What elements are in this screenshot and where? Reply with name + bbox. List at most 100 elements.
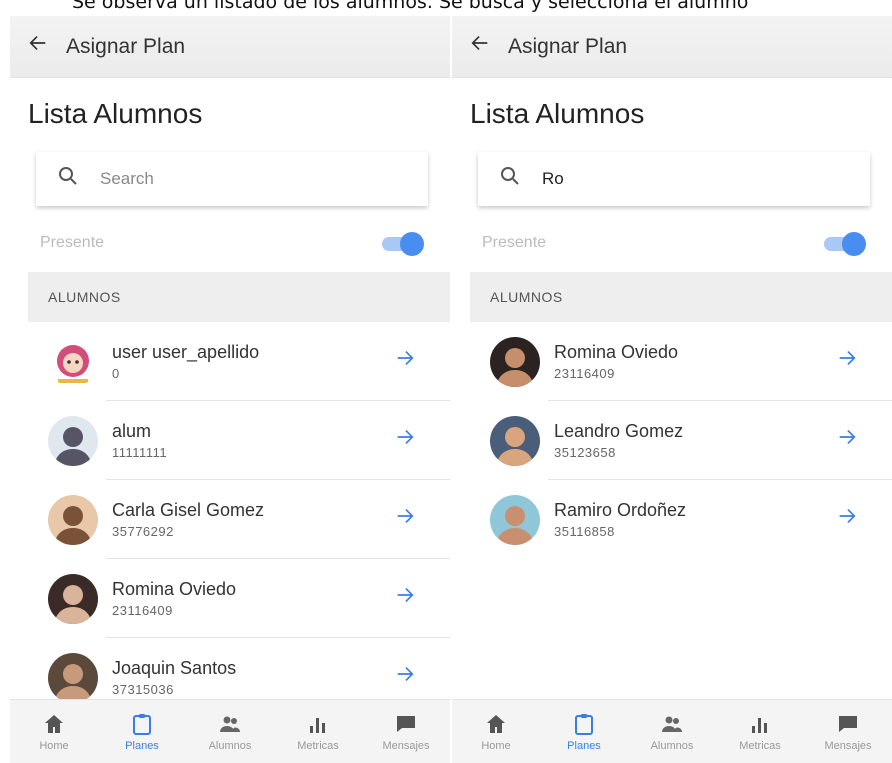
app-bar: Asignar Plan (452, 16, 892, 78)
back-button[interactable] (10, 32, 66, 61)
nav-planes[interactable]: Planes (98, 700, 186, 763)
search-box[interactable]: Search (36, 152, 428, 206)
nav-mensajes[interactable]: Mensajes (804, 700, 892, 763)
message-icon (394, 712, 418, 736)
nav-metricas[interactable]: Metricas (274, 700, 362, 763)
avatar (48, 494, 98, 545)
people-icon (660, 712, 684, 736)
presente-row: Presente (10, 214, 450, 272)
arrow-right-icon[interactable] (836, 505, 892, 534)
student-name: Romina Oviedo (112, 579, 237, 599)
avatar (490, 494, 540, 545)
nav-label: Planes (567, 739, 601, 752)
search-box[interactable]: Ro (478, 152, 870, 206)
back-button[interactable] (452, 32, 508, 61)
student-text: Romina Oviedo 23116409 (554, 342, 836, 381)
presente-toggle[interactable] (380, 232, 424, 256)
arrow-right-icon[interactable] (394, 426, 450, 455)
student-text: Joaquin Santos 37315036 (112, 658, 394, 697)
student-id: 35776292 (112, 524, 174, 539)
student-row[interactable]: Romina Oviedo 23116409 (470, 322, 892, 401)
app-bar-title: Asignar Plan (508, 34, 628, 58)
nav-label: Alumnos (208, 739, 252, 752)
student-list: Romina Oviedo 23116409 Leandro Gomez 351236… (470, 322, 892, 559)
bottom-nav: Home Planes Alumnos Metricas Mensajes (10, 699, 450, 763)
nav-label: Metricas (297, 739, 339, 752)
home-icon (484, 712, 508, 736)
student-text: Carla Gisel Gomez 35776292 (112, 500, 394, 539)
section-header: ALUMNOS (28, 272, 450, 322)
avatar (48, 336, 98, 387)
student-text: Ramiro Ordoñez 35116858 (554, 500, 836, 539)
section-header: ALUMNOS (470, 272, 892, 322)
arrow-right-icon[interactable] (394, 584, 450, 613)
nav-label: Planes (125, 739, 159, 752)
student-row[interactable]: user user_apellido 0 (28, 322, 450, 401)
arrow-right-icon[interactable] (836, 347, 892, 376)
search-input[interactable]: Search (100, 169, 154, 189)
student-id: 23116409 (112, 603, 173, 618)
arrow-right-icon[interactable] (394, 505, 450, 534)
nav-planes[interactable]: Planes (540, 700, 628, 763)
avatar (490, 415, 540, 466)
student-name: user user_apellido (112, 342, 260, 362)
bottom-nav: Home Planes Alumnos Metricas Mensajes (452, 699, 892, 763)
student-row[interactable]: Leandro Gomez 35123658 (470, 401, 892, 480)
arrow-right-icon[interactable] (394, 347, 450, 376)
arrow-right-icon[interactable] (836, 426, 892, 455)
clipboard-icon (130, 712, 154, 736)
nav-metricas[interactable]: Metricas (716, 700, 804, 763)
student-list: user user_apellido 0 alum 11111111 Carla Gis… (28, 322, 450, 717)
home-icon (42, 712, 66, 736)
search-input[interactable]: Ro (542, 169, 564, 189)
search-icon (56, 164, 86, 194)
nav-label: Mensajes (824, 739, 872, 752)
bar-chart-icon (748, 712, 772, 736)
nav-home[interactable]: Home (10, 700, 98, 763)
nav-label: Mensajes (382, 739, 430, 752)
page-title: Lista Alumnos (470, 98, 645, 129)
nav-label: Home (481, 739, 511, 752)
student-name: Ramiro Ordoñez (554, 500, 687, 520)
avatar (48, 573, 98, 624)
page-title: Lista Alumnos (28, 98, 203, 129)
arrow-right-icon[interactable] (394, 663, 450, 692)
app-bar-title: Asignar Plan (66, 34, 186, 58)
screen-right: Asignar Plan Lista Alumnos Ro Presente ALUMN… (452, 16, 892, 763)
student-row[interactable]: Romina Oviedo 23116409 (28, 559, 450, 638)
presente-label: Presente (40, 234, 105, 251)
student-name: alum (112, 421, 152, 441)
nav-home[interactable]: Home (452, 700, 540, 763)
avatar (48, 652, 98, 703)
student-row[interactable]: alum 11111111 (28, 401, 450, 480)
arrow-left-icon (27, 33, 49, 60)
app-bar: Asignar Plan (10, 16, 450, 78)
student-id: 11111111 (112, 445, 168, 460)
message-icon (836, 712, 860, 736)
document-caption: Se observa un listado de los alumnos. Se… (72, 0, 749, 13)
search-icon (498, 164, 528, 194)
student-text: Leandro Gomez 35123658 (554, 421, 836, 460)
student-id: 35116858 (554, 524, 615, 539)
student-row[interactable]: Ramiro Ordoñez 35116858 (470, 480, 892, 559)
student-text: Romina Oviedo 23116409 (112, 579, 394, 618)
student-row[interactable]: Carla Gisel Gomez 35776292 (28, 480, 450, 559)
presente-label: Presente (482, 234, 547, 251)
nav-alumnos[interactable]: Alumnos (186, 700, 274, 763)
nav-alumnos[interactable]: Alumnos (628, 700, 716, 763)
clipboard-icon (572, 712, 596, 736)
student-name: Joaquin Santos (112, 658, 237, 678)
nav-label: Home (39, 739, 69, 752)
student-name: Romina Oviedo (554, 342, 679, 362)
nav-label: Metricas (739, 739, 781, 752)
nav-label: Alumnos (650, 739, 694, 752)
student-id: 35123658 (554, 445, 616, 460)
student-text: alum 11111111 (112, 421, 394, 460)
student-name: Leandro Gomez (554, 421, 684, 441)
student-text: user user_apellido 0 (112, 342, 394, 381)
presente-toggle[interactable] (822, 232, 866, 256)
nav-mensajes[interactable]: Mensajes (362, 700, 450, 763)
screen-left: Asignar Plan Lista Alumnos Search Presente A… (10, 16, 450, 763)
presente-row: Presente (452, 214, 892, 272)
student-id: 0 (112, 366, 120, 381)
